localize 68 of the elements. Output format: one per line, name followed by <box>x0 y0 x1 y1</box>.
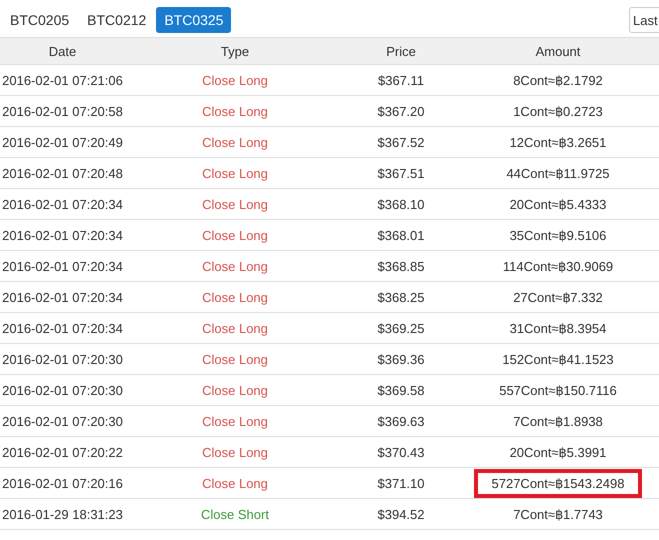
amount-cell-text: 44Cont≈฿11.9725 <box>505 164 611 182</box>
amount-cell-text: 152Cont≈฿41.1523 <box>501 350 615 368</box>
price-cell: $368.25 <box>378 290 424 304</box>
column-header: Price <box>386 44 416 58</box>
date-cell: 2016-02-01 07:20:48 <box>2 166 123 180</box>
price-cell: $368.10 <box>378 196 424 212</box>
date-cell: 2016-02-01 07:20:34 <box>2 196 123 212</box>
select-field[interactable]: Last <box>629 6 659 32</box>
price-cell: $370.43 <box>378 444 424 460</box>
price-cell: $369.58 <box>378 382 424 398</box>
type-cell: Close Long <box>202 290 268 304</box>
type-cell: Close Long <box>202 104 268 118</box>
date-cell: 2016-02-01 07:20:34 <box>2 320 123 336</box>
date-cell: 2016-02-01 07:20:30 <box>2 382 123 398</box>
type-cell: Close Long <box>202 382 268 398</box>
date-cell: 2016-02-01 07:20:30 <box>2 352 123 366</box>
amount-cell-text: 114Cont≈฿30.9069 <box>502 258 614 276</box>
amount-cell-text: 557Cont≈฿150.7116 <box>498 382 618 400</box>
amount-cell-text: 7Cont≈฿1.7743 <box>512 506 604 524</box>
tab[interactable]: BTC0212 <box>79 6 154 32</box>
date-cell: 2016-02-01 07:20:34 <box>2 258 123 274</box>
tab[interactable]: BTC0205 <box>2 6 78 32</box>
column-header: Amount <box>536 44 580 58</box>
date-cell: 2016-02-01 07:20:16 <box>2 476 123 490</box>
type-cell: Close Short <box>201 506 269 522</box>
column-header: Type <box>220 44 250 58</box>
type-cell: Close Long <box>202 166 268 180</box>
price-cell: $367.51 <box>378 166 424 180</box>
amount-cell-text: 8Cont≈฿2.1792 <box>512 72 604 90</box>
price-cell: $367.52 <box>378 134 424 150</box>
tab[interactable]: BTC0325 <box>156 6 232 32</box>
price-cell: $369.63 <box>378 414 424 428</box>
date-cell: 2016-02-01 07:20:49 <box>2 134 123 150</box>
price-cell: $368.01 <box>378 228 424 242</box>
date-cell: 2016-02-01 07:21:06 <box>2 72 123 88</box>
type-cell: Close Long <box>202 320 268 336</box>
type-cell: Close Long <box>202 134 268 150</box>
amount-cell-text: 20Cont≈฿5.3991 <box>508 444 608 462</box>
price-cell: $394.52 <box>378 506 424 522</box>
amount-cell-text: 35Cont≈฿9.5106 <box>508 226 608 244</box>
type-cell: Close Long <box>202 72 268 88</box>
date-cell: 2016-02-01 07:20:34 <box>2 290 123 304</box>
type-cell: Close Long <box>202 228 268 242</box>
price-cell: $371.10 <box>378 476 424 490</box>
type-cell: Close Long <box>202 258 268 274</box>
price-cell: $369.36 <box>378 352 424 366</box>
date-cell: 2016-01-29 18:31:23 <box>2 506 123 522</box>
type-cell: Close Long <box>202 352 268 366</box>
price-cell: $368.85 <box>378 258 424 274</box>
price-cell: $367.20 <box>378 104 424 118</box>
type-cell: Close Long <box>202 476 268 490</box>
type-cell: Close Long <box>202 414 268 428</box>
column-header: Date <box>48 44 76 58</box>
date-cell: 2016-02-01 07:20:22 <box>2 444 123 460</box>
date-cell: 2016-02-01 07:20:34 <box>2 228 123 242</box>
amount-cell-text: 1Cont≈฿0.2723 <box>512 102 604 120</box>
date-cell: 2016-02-01 07:20:30 <box>2 414 123 428</box>
amount-cell-text: 7Cont≈฿1.8938 <box>512 412 604 430</box>
amount-cell-text: 12Cont≈฿3.2651 <box>508 134 608 152</box>
highlighted-amount-cell: 5727Cont≈฿1543.2498 <box>474 468 642 498</box>
amount-cell-text: 31Cont≈฿8.3954 <box>508 320 608 338</box>
type-cell: Close Long <box>202 196 268 212</box>
type-cell: Close Long <box>202 444 268 460</box>
date-cell: 2016-02-01 07:20:58 <box>2 104 123 118</box>
price-cell: $367.11 <box>378 72 424 88</box>
amount-cell-text: 20Cont≈฿5.4333 <box>508 196 608 214</box>
price-cell: $369.25 <box>378 320 424 336</box>
amount-cell-text: 27Cont≈฿7.332 <box>512 288 604 306</box>
